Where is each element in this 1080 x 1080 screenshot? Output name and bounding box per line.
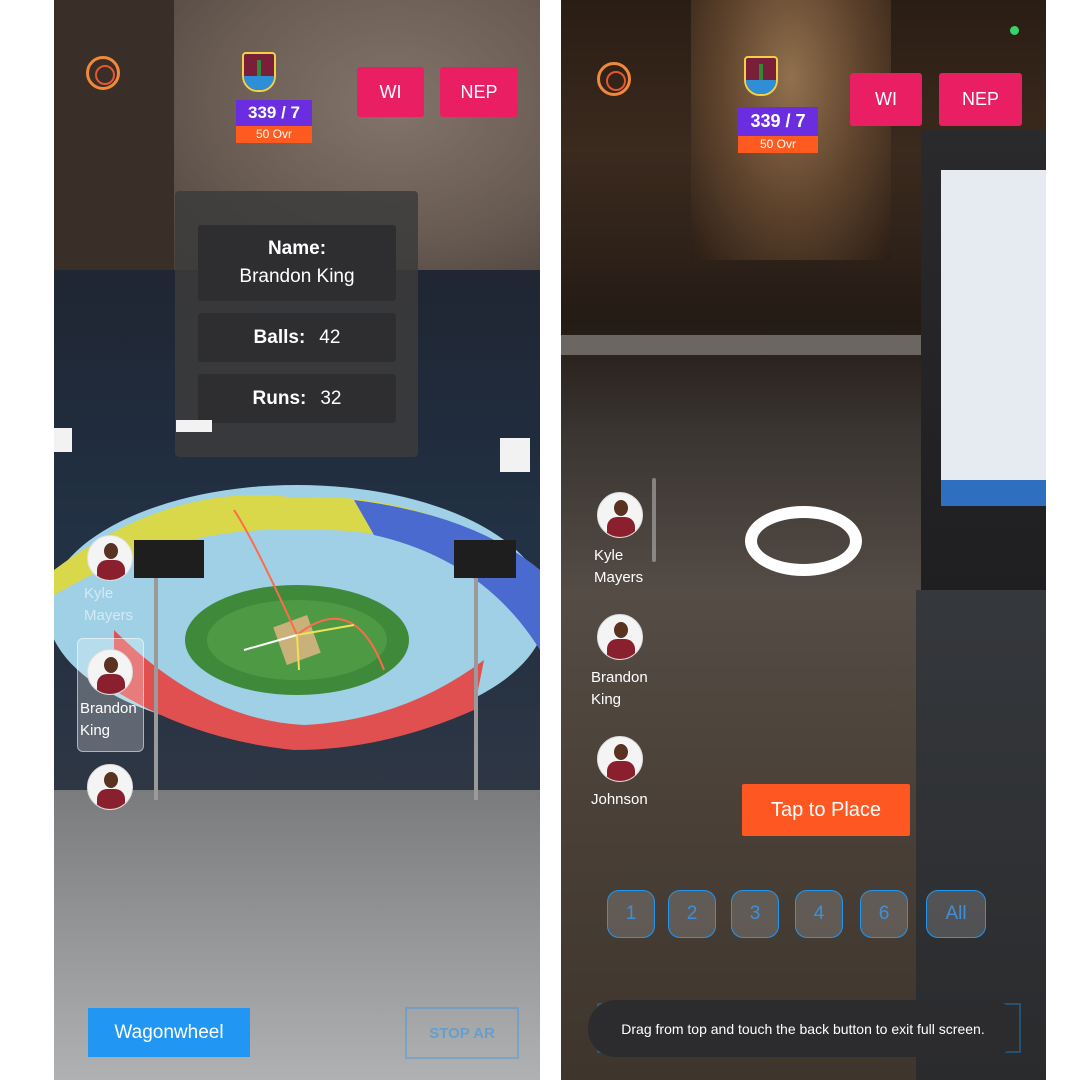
- app-logo-icon[interactable]: [597, 62, 631, 96]
- team-button-nep[interactable]: NEP: [440, 67, 518, 117]
- player-avatar-icon[interactable]: [87, 764, 133, 810]
- runs-card: Runs: 32: [198, 374, 396, 423]
- player-avatar-icon[interactable]: [87, 649, 133, 695]
- app-logo-icon[interactable]: [86, 56, 120, 90]
- player-name-brandon-king[interactable]: Brandon King: [80, 698, 137, 742]
- status-dot-icon: [1010, 26, 1019, 35]
- tap-to-place-button[interactable]: Tap to Place: [742, 784, 910, 836]
- player-list-scrollbar[interactable]: [652, 478, 656, 562]
- fullscreen-toast: Drag from top and touch the back button …: [588, 1000, 1018, 1057]
- score-display: 339 / 7: [236, 100, 312, 126]
- team-button-nep[interactable]: NEP: [939, 73, 1022, 126]
- filter-button-3[interactable]: 3: [731, 890, 779, 938]
- balls-card: Balls: 42: [198, 313, 396, 362]
- filter-button-all[interactable]: All: [926, 890, 986, 938]
- background-desk-edge: [561, 335, 926, 355]
- overs-display: 50 Ovr: [738, 136, 818, 153]
- background-taskbar: [941, 480, 1046, 506]
- player-avatar-icon[interactable]: [597, 614, 643, 660]
- player-name-kyle-mayers[interactable]: Kyle Mayers: [594, 545, 643, 589]
- player-name-kyle-mayers[interactable]: Kyle Mayers: [84, 583, 133, 627]
- stop-ar-button[interactable]: STOP AR: [405, 1007, 519, 1059]
- filter-button-1[interactable]: 1: [607, 890, 655, 938]
- name-value: Brandon King: [239, 266, 355, 287]
- player-name-johnson[interactable]: Johnson: [591, 789, 648, 811]
- background-laptop-screen: [941, 170, 1046, 500]
- runs-label: Runs:: [252, 387, 307, 409]
- background-wall: [54, 0, 174, 270]
- filter-button-2[interactable]: 2: [668, 890, 716, 938]
- filter-button-4[interactable]: 4: [795, 890, 843, 938]
- west-indies-crest-icon: [744, 56, 778, 96]
- right-screen: 339 / 7 50 Ovr WI NEP Kyle Mayers Brandon…: [561, 0, 1046, 1080]
- player-name-card: Name: Brandon King: [198, 225, 396, 301]
- player-avatar-icon[interactable]: [597, 492, 643, 538]
- runs-value: 32: [320, 387, 342, 409]
- balls-value: 42: [319, 326, 341, 348]
- score-display: 339 / 7: [738, 107, 818, 136]
- name-label: Name:: [267, 238, 327, 259]
- player-name-brandon-king[interactable]: Brandon King: [591, 667, 648, 711]
- filter-button-6[interactable]: 6: [860, 890, 908, 938]
- placement-ring-icon[interactable]: [745, 506, 862, 576]
- player-avatar-icon[interactable]: [87, 535, 133, 581]
- wagonwheel-button[interactable]: Wagonwheel: [88, 1008, 250, 1057]
- west-indies-crest-icon: [242, 52, 276, 92]
- team-button-wi[interactable]: WI: [357, 67, 424, 117]
- player-avatar-icon[interactable]: [597, 736, 643, 782]
- overs-display: 50 Ovr: [236, 126, 312, 143]
- balls-label: Balls:: [253, 326, 306, 348]
- left-screen: 339 / 7 50 Ovr WI NEP Name: Brandon King…: [54, 0, 540, 1080]
- team-button-wi[interactable]: WI: [850, 73, 922, 126]
